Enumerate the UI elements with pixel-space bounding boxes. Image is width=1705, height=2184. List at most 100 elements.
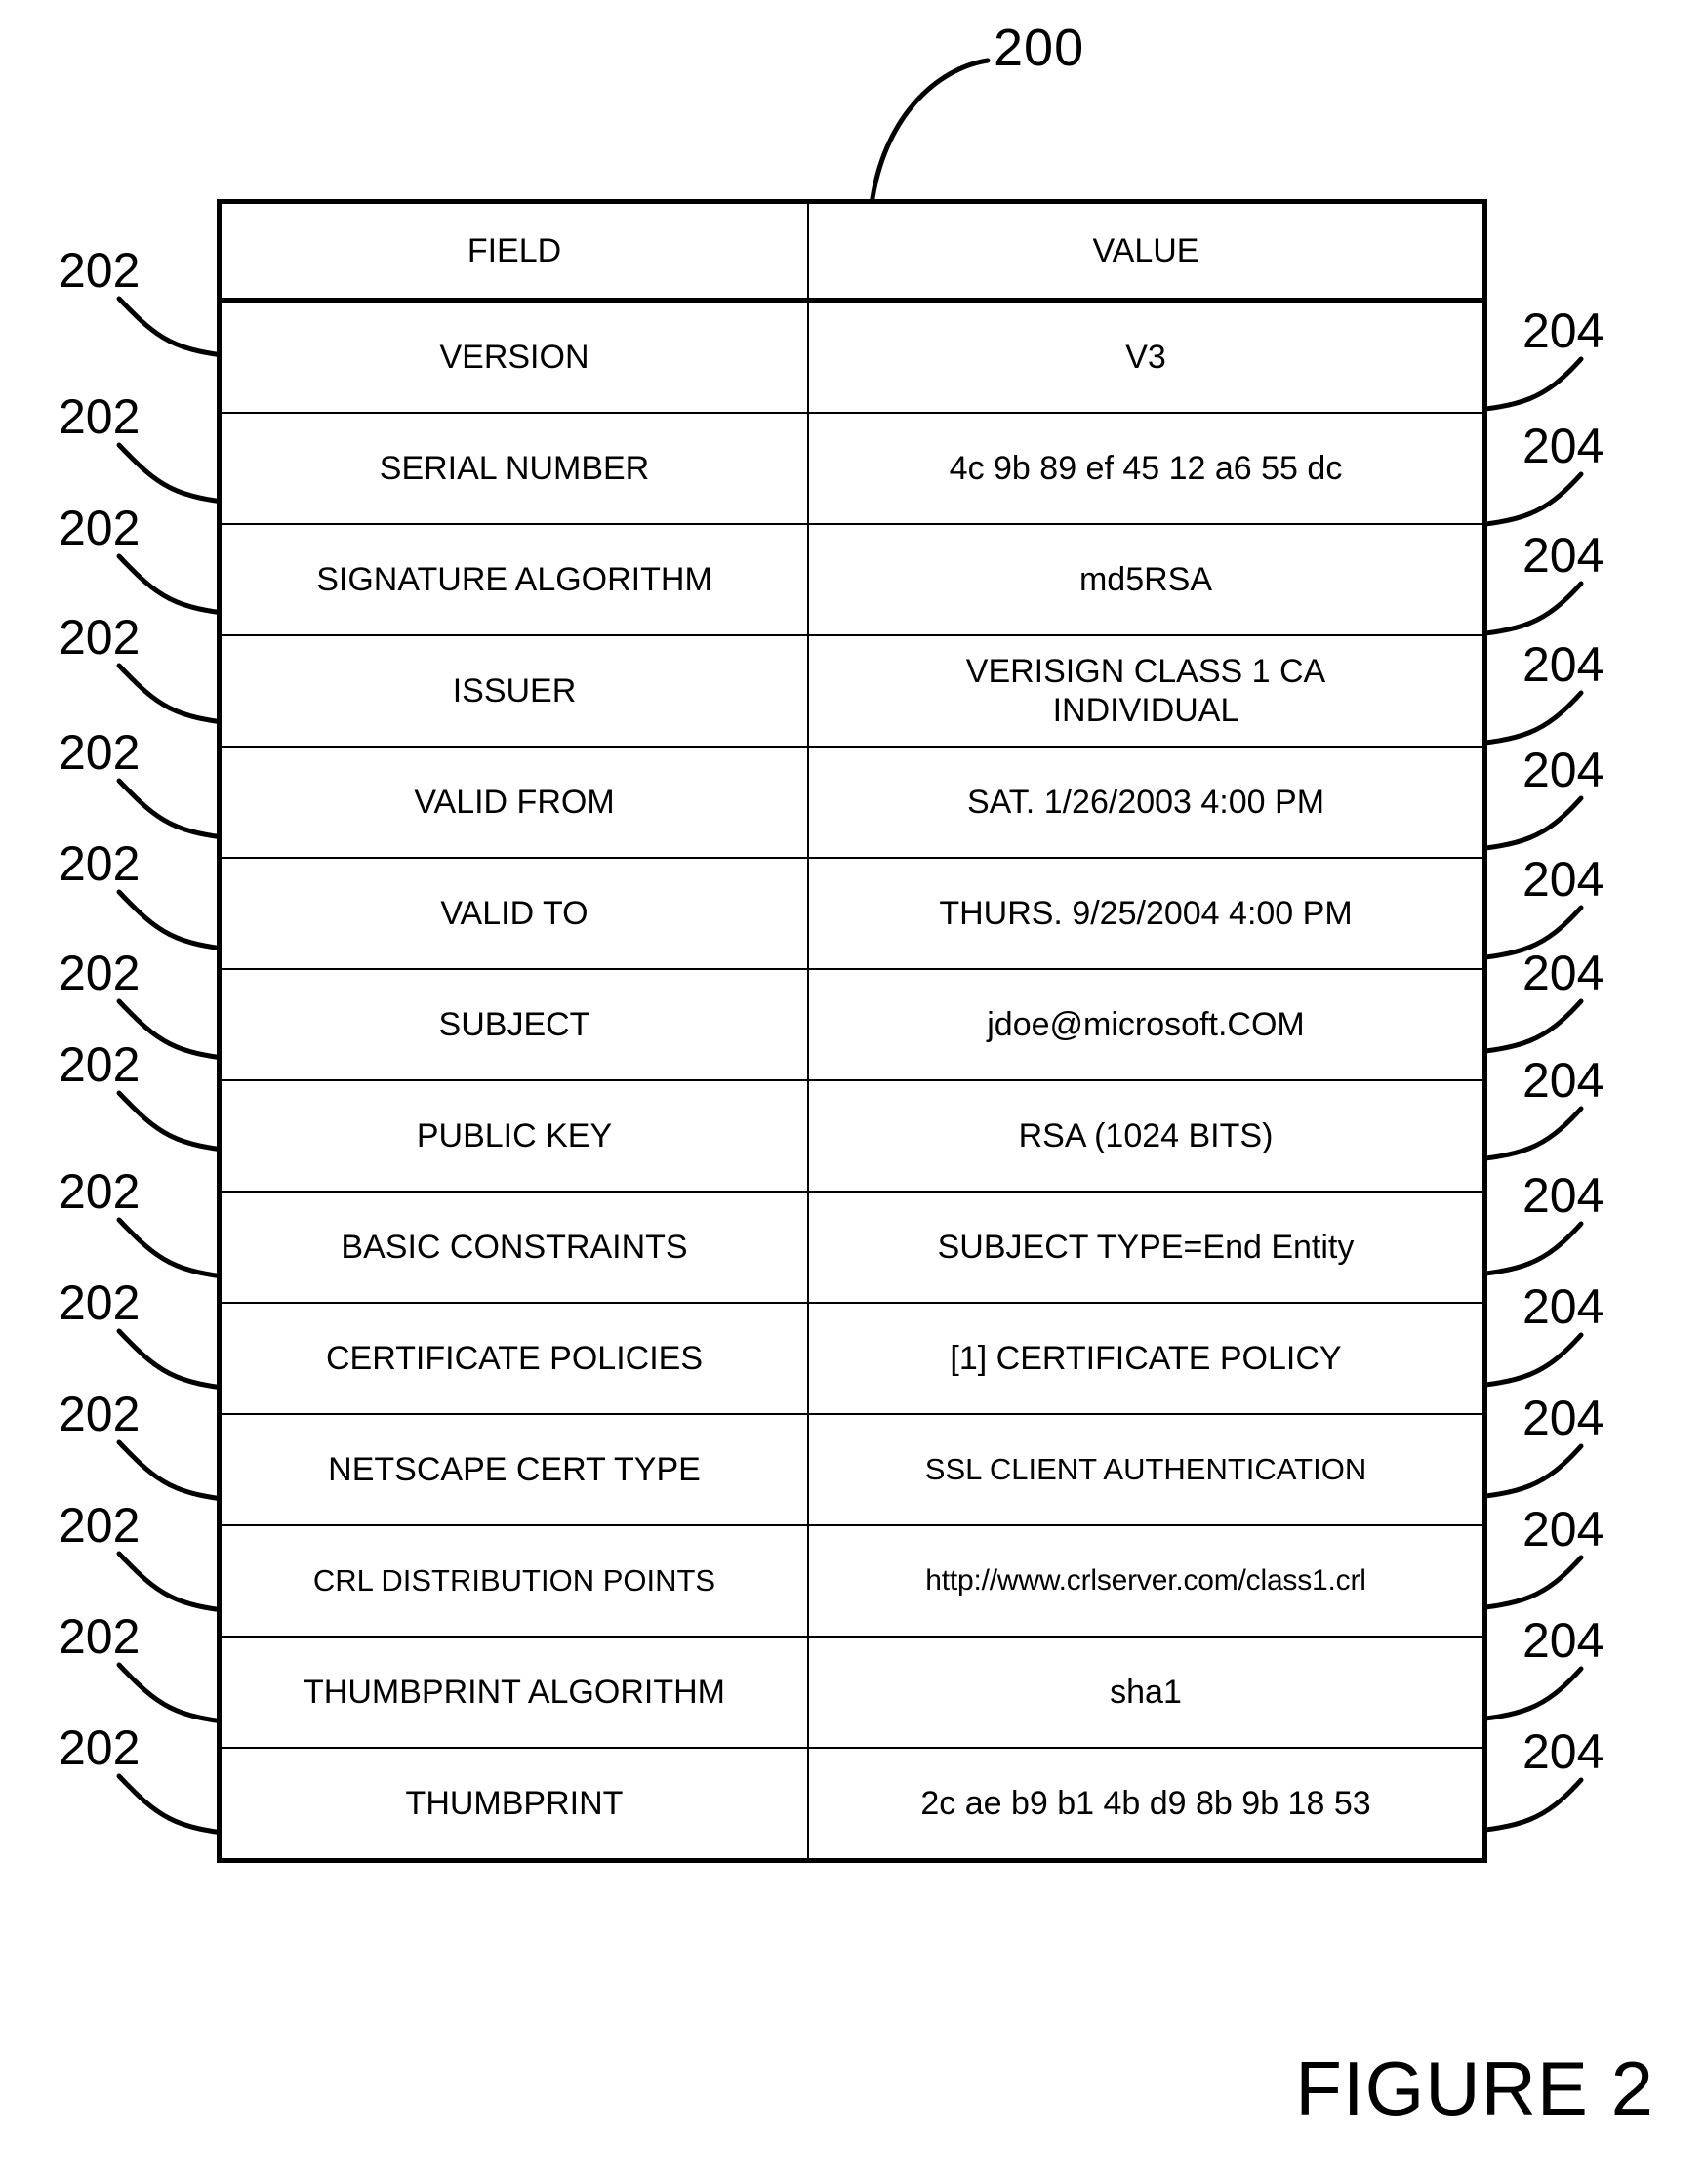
table-row: PUBLIC KEY RSA (1024 BITS)	[217, 1079, 1487, 1193]
field-cell: CERTIFICATE POLICIES	[217, 1302, 809, 1415]
value-cell: [1] CERTIFICATE POLICY	[807, 1302, 1487, 1415]
patent-figure: 200 FIELD VALUE VERSION V3 SERIAL NUMBER…	[0, 0, 1705, 2184]
field-cell: THUMBPRINT ALGORITHM	[217, 1636, 809, 1749]
field-cell: BASIC CONSTRAINTS	[217, 1191, 809, 1304]
table-row: VALID TO THURS. 9/25/2004 4:00 PM	[217, 857, 1487, 970]
reference-numeral-202: 202	[59, 1387, 141, 1441]
field-label: NETSCAPE CERT TYPE	[328, 1450, 701, 1488]
field-cell: VALID FROM	[217, 746, 809, 859]
table-header: FIELD VALUE	[217, 199, 1487, 303]
value-label: V3	[1125, 338, 1166, 376]
table-header-row: FIELD VALUE	[217, 199, 1487, 303]
reference-numeral-202: 202	[59, 836, 141, 891]
value-cell: THURS. 9/25/2004 4:00 PM	[807, 857, 1487, 970]
reference-numeral-204: 204	[1522, 1168, 1604, 1223]
reference-numeral-202: 202	[59, 1498, 141, 1553]
value-cell: VERISIGN CLASS 1 CA INDIVIDUAL	[807, 634, 1487, 748]
table-row: SERIAL NUMBER 4c 9b 89 ef 45 12 a6 55 dc	[217, 412, 1487, 525]
value-label: SUBJECT TYPE=End Entity	[937, 1228, 1355, 1266]
table-body: VERSION V3 SERIAL NUMBER 4c 9b 89 ef 45 …	[217, 299, 1487, 1863]
value-cell: jdoe@microsoft.COM	[807, 968, 1487, 1081]
field-cell: ISSUER	[217, 634, 809, 748]
field-label: VALID TO	[440, 894, 589, 932]
value-cell: 2c ae b9 b1 4b d9 8b 9b 18 53	[807, 1747, 1487, 1863]
field-label: ISSUER	[452, 671, 577, 709]
certificate-field-table: FIELD VALUE VERSION V3 SERIAL NUMBER 4c …	[217, 199, 1487, 1863]
table-row: CRL DISTRIBUTION POINTS http://www.crlse…	[217, 1524, 1487, 1638]
field-label: SERIAL NUMBER	[379, 449, 650, 487]
figure-caption: FIGURE 2	[1295, 2045, 1654, 2131]
reference-numeral-202: 202	[59, 725, 141, 780]
value-label: http://www.crlserver.com/class1.crl	[925, 1564, 1366, 1598]
field-cell: PUBLIC KEY	[217, 1079, 809, 1193]
reference-numeral-202: 202	[59, 610, 141, 665]
column-header-field: FIELD	[217, 199, 809, 303]
reference-numeral-204: 204	[1522, 1391, 1604, 1445]
value-cell: http://www.crlserver.com/class1.crl	[807, 1524, 1487, 1638]
value-label: SSL CLIENT AUTHENTICATION	[924, 1451, 1367, 1486]
field-cell: VALID TO	[217, 857, 809, 970]
reference-numeral-202: 202	[59, 1275, 141, 1330]
table-row: SIGNATURE ALGORITHM md5RSA	[217, 523, 1487, 636]
value-label: 2c ae b9 b1 4b d9 8b 9b 18 53	[920, 1784, 1371, 1822]
reference-numeral-202: 202	[59, 389, 141, 444]
field-label: CERTIFICATE POLICIES	[325, 1339, 704, 1377]
table-row: ISSUER VERISIGN CLASS 1 CA INDIVIDUAL	[217, 634, 1487, 748]
field-label: SUBJECT	[438, 1005, 590, 1043]
value-label: SAT. 1/26/2003 4:00 PM	[966, 783, 1325, 821]
field-cell: CRL DISTRIBUTION POINTS	[217, 1524, 809, 1638]
value-label: THURS. 9/25/2004 4:00 PM	[939, 894, 1353, 932]
field-cell: SERIAL NUMBER	[217, 412, 809, 525]
field-cell: SIGNATURE ALGORITHM	[217, 523, 809, 636]
reference-numeral-202: 202	[59, 946, 141, 1000]
value-cell: 4c 9b 89 ef 45 12 a6 55 dc	[807, 412, 1487, 525]
reference-numeral-204: 204	[1522, 419, 1604, 473]
column-header-value: VALUE	[807, 199, 1487, 303]
reference-numeral-204: 204	[1522, 852, 1604, 907]
value-label: md5RSA	[1078, 560, 1213, 598]
table-row: BASIC CONSTRAINTS SUBJECT TYPE=End Entit…	[217, 1191, 1487, 1304]
reference-numeral-204: 204	[1522, 1724, 1604, 1779]
value-cell: SUBJECT TYPE=End Entity	[807, 1191, 1487, 1304]
field-label: THUMBPRINT ALGORITHM	[304, 1673, 725, 1711]
reference-numeral-204: 204	[1522, 637, 1604, 692]
reference-numeral-204: 204	[1522, 743, 1604, 797]
field-label: THUMBPRINT	[405, 1784, 624, 1822]
reference-numeral-202: 202	[59, 1720, 141, 1775]
reference-numeral-204: 204	[1522, 303, 1604, 358]
value-label: 4c 9b 89 ef 45 12 a6 55 dc	[949, 449, 1343, 487]
reference-numeral-204: 204	[1522, 1279, 1604, 1334]
value-cell: sha1	[807, 1636, 1487, 1749]
value-label: VERISIGN CLASS 1 CA INDIVIDUAL	[965, 652, 1326, 729]
field-cell: THUMBPRINT	[217, 1747, 809, 1863]
field-cell: VERSION	[217, 299, 809, 414]
table-row: VALID FROM SAT. 1/26/2003 4:00 PM	[217, 746, 1487, 859]
field-label: PUBLIC KEY	[416, 1116, 613, 1154]
field-label: BASIC CONSTRAINTS	[341, 1228, 688, 1266]
value-label: jdoe@microsoft.COM	[987, 1005, 1305, 1043]
reference-numeral-202: 202	[59, 243, 141, 298]
reference-numeral-200: 200	[994, 19, 1085, 77]
column-header-field-label: FIELD	[467, 231, 562, 269]
reference-numeral-202: 202	[59, 1037, 141, 1092]
field-label: SIGNATURE ALGORITHM	[316, 560, 712, 598]
table-row: VERSION V3	[217, 299, 1487, 414]
reference-numeral-204: 204	[1522, 528, 1604, 583]
value-cell: md5RSA	[807, 523, 1487, 636]
field-label: CRL DISTRIBUTION POINTS	[312, 1562, 716, 1598]
reference-numeral-204: 204	[1522, 1502, 1604, 1557]
value-cell: V3	[807, 299, 1487, 414]
reference-numeral-204: 204	[1522, 1053, 1604, 1108]
table-row: NETSCAPE CERT TYPE SSL CLIENT AUTHENTICA…	[217, 1413, 1487, 1526]
value-label: [1] CERTIFICATE POLICY	[950, 1339, 1342, 1377]
reference-numeral-202: 202	[59, 1164, 141, 1219]
table-row: THUMBPRINT 2c ae b9 b1 4b d9 8b 9b 18 53	[217, 1747, 1487, 1863]
value-cell: RSA (1024 BITS)	[807, 1079, 1487, 1193]
table-row: THUMBPRINT ALGORITHM sha1	[217, 1636, 1487, 1749]
column-header-value-label: VALUE	[1092, 231, 1199, 269]
field-cell: NETSCAPE CERT TYPE	[217, 1413, 809, 1526]
reference-numeral-202: 202	[59, 501, 141, 555]
field-label: VALID FROM	[414, 783, 615, 821]
reference-numeral-204: 204	[1522, 946, 1604, 1000]
value-cell: SAT. 1/26/2003 4:00 PM	[807, 746, 1487, 859]
